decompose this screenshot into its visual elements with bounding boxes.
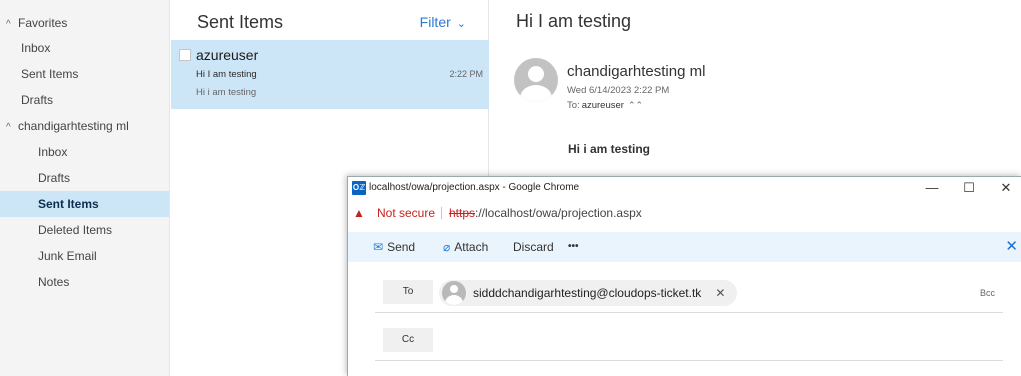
email-subject: Hi I am testing [516,11,632,31]
recipient-chip[interactable]: sidddchandigarhtesting@cloudops-ticket.t… [439,280,738,306]
collapse-up-icon[interactable]: ⌃⌃ [628,100,643,110]
compose-toolbar: ✉ Send ⌀ Attach Discard ••• ✕ [348,232,1021,262]
folder-notes[interactable]: Notes [38,269,69,295]
address-divider [441,207,442,219]
outlook-app-icon: Oℤ [352,181,366,195]
message-sender: azureuser [196,47,259,63]
favorites-label: Favorites [18,16,68,30]
close-compose-icon[interactable]: ✕ [1005,232,1018,262]
email-body: Hi i am testing [568,142,651,156]
recipients-line: To: azureuser ⌃⌃ [567,100,643,111]
cc-button[interactable]: Cc [383,328,433,352]
folder-favorites-sent-items[interactable]: Sent Items [21,61,78,87]
more-options-button[interactable]: ••• [568,232,579,262]
bcc-link[interactable]: Bcc [980,288,995,298]
url-scheme: https [449,206,476,220]
folder-sent-items[interactable]: Sent Items [0,191,169,217]
discard-button[interactable]: Discard [513,232,554,262]
filter-label: Filter [419,14,451,30]
window-title: localhost/owa/projection.aspx - Google C… [369,182,580,193]
folder-favorites-drafts[interactable]: Drafts [21,87,53,113]
collapse-chevron-icon[interactable]: ^ [6,115,18,141]
sent-date: Wed 6/14/2023 2:22 PM [567,85,670,96]
to-field-row: To sidddchandigarhtesting@cloudops-ticke… [375,273,1003,313]
send-label: Send [387,240,416,254]
attach-label: Attach [454,240,489,254]
minimize-button[interactable]: — [914,177,950,199]
message-subject: Hi I am testing [196,69,257,80]
avatar[interactable] [514,58,558,102]
url-text[interactable]: https://localhost/owa/projection.aspx [449,203,642,223]
remove-recipient-icon[interactable]: ✕ [715,286,725,300]
account-label: chandigarhtesting ml [18,119,129,133]
account-group[interactable]: ^ chandigarhtesting ml [6,113,129,139]
folder-inbox[interactable]: Inbox [38,139,67,165]
recipient-email: sidddchandigarhtesting@cloudops-ticket.t… [473,286,702,300]
collapse-chevron-icon[interactable]: ^ [6,12,18,38]
folder-pane: ^ Favorites Inbox Sent Items Drafts ^ chan… [0,0,170,376]
list-item[interactable]: azureuser Hi I am testing 2:22 PM Hi i a… [171,40,489,109]
window-titlebar[interactable]: Oℤ localhost/owa/projection.aspx - Googl… [348,177,1021,199]
folder-deleted-items[interactable]: Deleted Items [38,217,112,243]
recipient-avatar [442,281,466,305]
not-secure-label[interactable]: Not secure [377,203,435,223]
person-icon-body [520,85,552,102]
folder-favorites-inbox[interactable]: Inbox [21,35,50,61]
cc-field-row: Cc [375,321,1003,361]
recipient-name[interactable]: azureuser [582,100,624,111]
close-window-button[interactable]: ✕ [988,177,1021,199]
to-label: To: [567,100,580,111]
paperclip-icon: ⌀ [443,240,451,254]
sender-name[interactable]: chandigarhtesting ml [567,63,705,80]
message-preview: Hi i am testing [196,87,257,98]
to-button[interactable]: To [383,280,433,304]
favorites-group[interactable]: ^ Favorites [6,10,67,36]
message-time: 2:22 PM [449,69,483,79]
address-bar[interactable]: ▲ Not secure https://localhost/owa/proje… [348,203,1021,223]
send-icon: ✉ [373,240,384,254]
filter-button[interactable]: Filter ⌄ [420,14,466,30]
list-title: Sent Items [197,12,284,32]
folder-drafts[interactable]: Drafts [38,165,70,191]
send-button[interactable]: ✉ Send [373,232,415,262]
select-checkbox[interactable] [179,49,191,61]
warning-icon[interactable]: ▲ [353,203,365,223]
maximize-button[interactable]: ☐ [951,177,987,199]
compose-popup-window: Oℤ localhost/owa/projection.aspx - Googl… [347,176,1021,376]
attach-button[interactable]: ⌀ Attach [443,232,488,262]
url-path: ://localhost/owa/projection.aspx [475,206,642,220]
chevron-down-icon: ⌄ [456,18,466,30]
folder-junk-email[interactable]: Junk Email [38,243,97,269]
person-icon-head [528,66,544,82]
